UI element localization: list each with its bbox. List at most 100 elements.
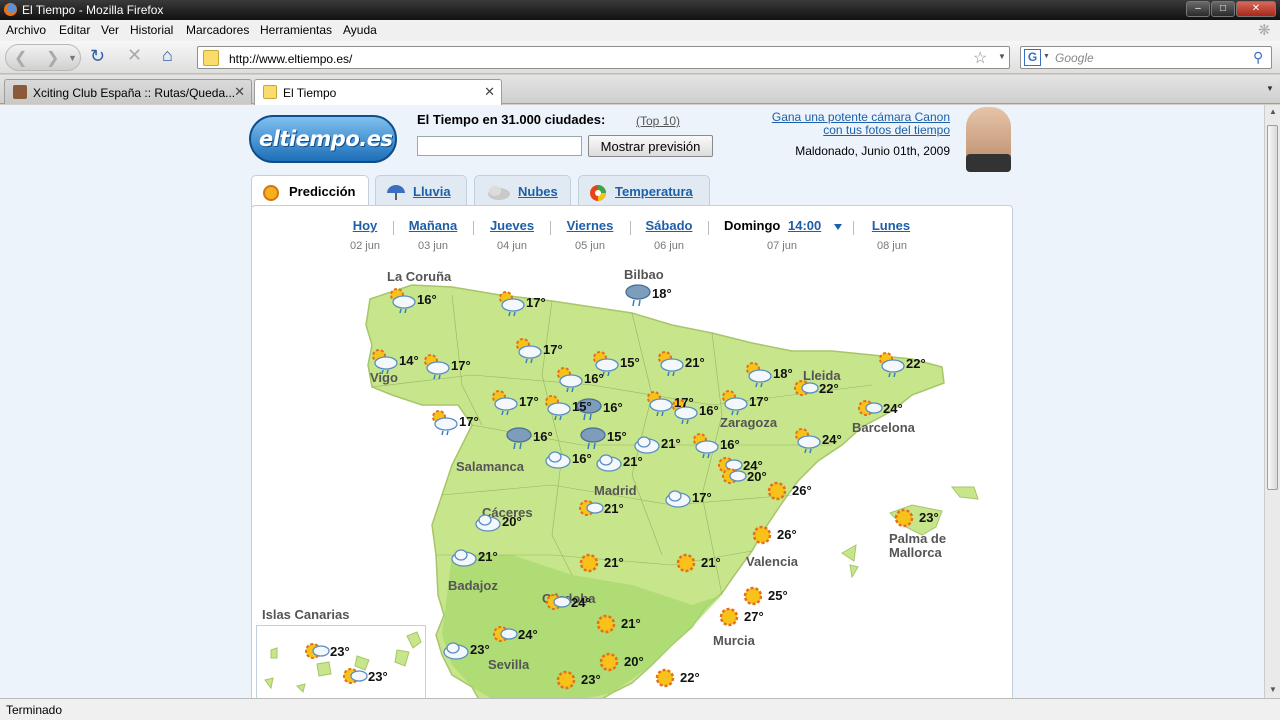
history-dropdown-icon[interactable]: ▼ [68, 53, 77, 63]
day-manana[interactable]: Mañana [405, 218, 461, 233]
menu-editar[interactable]: Editar [59, 23, 90, 37]
sun-icon[interactable] [764, 479, 792, 505]
cloud-icon[interactable] [664, 486, 692, 512]
close-window-button[interactable]: ✕ [1236, 1, 1276, 17]
scroll-thumb[interactable] [1267, 125, 1278, 490]
tab-nubes[interactable]: Nubes [474, 175, 571, 206]
google-engine-icon[interactable]: G [1024, 49, 1041, 66]
city-valencia[interactable]: Valencia [746, 554, 798, 569]
search-icon[interactable]: ⚲ [1253, 49, 1263, 66]
sun-rain-icon[interactable] [745, 362, 773, 388]
sun-rain-icon[interactable] [431, 410, 459, 436]
city-salamanca[interactable]: Salamanca [456, 459, 524, 474]
sun-rain-icon[interactable] [794, 428, 822, 454]
menu-marcadores[interactable]: Marcadores [186, 23, 249, 37]
cloud-icon[interactable] [595, 450, 623, 476]
sun-icon[interactable] [593, 612, 621, 638]
sun-rain-icon[interactable] [371, 349, 399, 375]
sun-icon[interactable] [891, 506, 919, 532]
cloud-icon[interactable] [442, 638, 470, 664]
vertical-scrollbar[interactable]: ▲ ▼ [1264, 105, 1280, 698]
sun-rain-icon[interactable] [515, 338, 543, 364]
sun-rain-icon[interactable] [491, 390, 519, 416]
tab-temperatura[interactable]: Temperatura [578, 175, 710, 206]
sun-icon[interactable] [740, 584, 768, 610]
maximize-button[interactable]: □ [1211, 1, 1235, 17]
city-zaragoza[interactable]: Zaragoza [720, 415, 777, 430]
sun-icon[interactable] [553, 668, 581, 694]
tab-lluvia[interactable]: Lluvia [375, 175, 467, 206]
tab-close-icon[interactable]: ✕ [234, 84, 245, 100]
city-badajoz[interactable]: Badajoz [448, 578, 498, 593]
engine-dropdown-icon[interactable]: ▼ [1043, 53, 1050, 60]
menu-herramientas[interactable]: Herramientas [260, 23, 332, 37]
sun-rain-icon[interactable] [556, 367, 584, 393]
cloud-icon[interactable] [544, 447, 572, 473]
day-hoy[interactable]: Hoy [345, 218, 385, 233]
promo-link[interactable]: Gana una potente cámara Canon con tus fo… [740, 111, 950, 137]
menu-historial[interactable]: Historial [130, 23, 173, 37]
url-dropdown-icon[interactable]: ▼ [998, 52, 1006, 61]
scroll-up-icon[interactable]: ▲ [1269, 107, 1277, 116]
bookmark-star-icon[interactable]: ☆ [973, 48, 987, 68]
minimize-button[interactable]: – [1186, 1, 1210, 17]
scroll-down-icon[interactable]: ▼ [1269, 685, 1277, 694]
sun-cloud-icon[interactable] [855, 397, 883, 423]
cloud-icon[interactable] [474, 510, 502, 536]
sun-rain-icon[interactable] [878, 352, 906, 378]
sun-icon[interactable] [749, 523, 777, 549]
city-madrid[interactable]: Madrid [594, 483, 637, 498]
rain-icon[interactable] [505, 425, 533, 451]
rain-icon[interactable] [579, 425, 607, 451]
sun-rain-icon[interactable] [657, 351, 685, 377]
forward-arrow-icon[interactable]: ❯ [46, 48, 59, 68]
home-icon[interactable]: ⌂ [162, 45, 173, 66]
sun-icon[interactable] [652, 666, 680, 692]
city-palma[interactable]: Palma de [889, 531, 946, 546]
city-mallorca[interactable]: Mallorca [889, 545, 942, 560]
city-la-coruna[interactable]: La Coruña [387, 269, 451, 284]
sun-cloud-icon[interactable] [719, 465, 747, 491]
promo-line-2[interactable]: con tus fotos del tiempo [740, 124, 950, 137]
search-bar[interactable]: G ▼ Google ⚲ [1020, 46, 1272, 69]
eltiempo-logo[interactable]: eltiempo.es [249, 115, 397, 163]
menu-ayuda[interactable]: Ayuda [343, 23, 377, 37]
city-sevilla[interactable]: Sevilla [488, 657, 529, 672]
stop-icon[interactable]: ✕ [127, 45, 142, 66]
sun-rain-icon[interactable] [646, 391, 674, 417]
top10-link-text[interactable]: (Top 10) [636, 114, 680, 128]
city-murcia[interactable]: Murcia [713, 633, 755, 648]
day-sabado[interactable]: Sábado [642, 218, 696, 233]
sun-rain-icon[interactable] [721, 390, 749, 416]
rain-icon[interactable] [624, 282, 652, 308]
back-arrow-icon[interactable]: ❮ [14, 48, 27, 68]
day-lunes[interactable]: Lunes [868, 218, 914, 233]
city-search-input[interactable] [417, 136, 582, 156]
day-viernes[interactable]: Viernes [562, 218, 618, 233]
sun-cloud-icon[interactable] [791, 377, 819, 403]
tab-list-icon[interactable]: ▼ [1266, 84, 1274, 93]
sun-rain-icon[interactable] [498, 291, 526, 317]
url-bar[interactable]: http://www.eltiempo.es/ ☆ ▼ [197, 46, 1010, 69]
sun-cloud-icon[interactable] [490, 623, 518, 649]
show-forecast-button[interactable]: Mostrar previsión [588, 135, 713, 157]
tab-prediccion[interactable]: Predicción [251, 175, 369, 207]
sun-cloud-icon[interactable] [543, 591, 571, 617]
sun-icon[interactable] [673, 551, 701, 577]
sun-icon[interactable] [716, 605, 744, 631]
sun-cloud-icon[interactable] [302, 640, 330, 666]
time-dropdown-icon[interactable] [834, 224, 842, 230]
day-jueves[interactable]: Jueves [486, 218, 538, 233]
reload-icon[interactable]: ↻ [90, 46, 105, 67]
sun-cloud-icon[interactable] [340, 665, 368, 691]
menu-archivo[interactable]: Archivo [6, 23, 46, 37]
time-selector[interactable]: 14:00 [788, 218, 821, 233]
city-bilbao[interactable]: Bilbao [624, 267, 664, 282]
tab-xciting[interactable]: Xciting Club España :: Rutas/Queda... ✕ [4, 79, 252, 104]
tab-el-tiempo[interactable]: El Tiempo ✕ [254, 79, 502, 105]
cloud-icon[interactable] [450, 545, 478, 571]
sun-rain-icon[interactable] [389, 288, 417, 314]
sun-rain-icon[interactable] [423, 354, 451, 380]
top10-link[interactable]: (Top 10) [636, 114, 680, 128]
sun-rain-icon[interactable] [544, 395, 572, 421]
